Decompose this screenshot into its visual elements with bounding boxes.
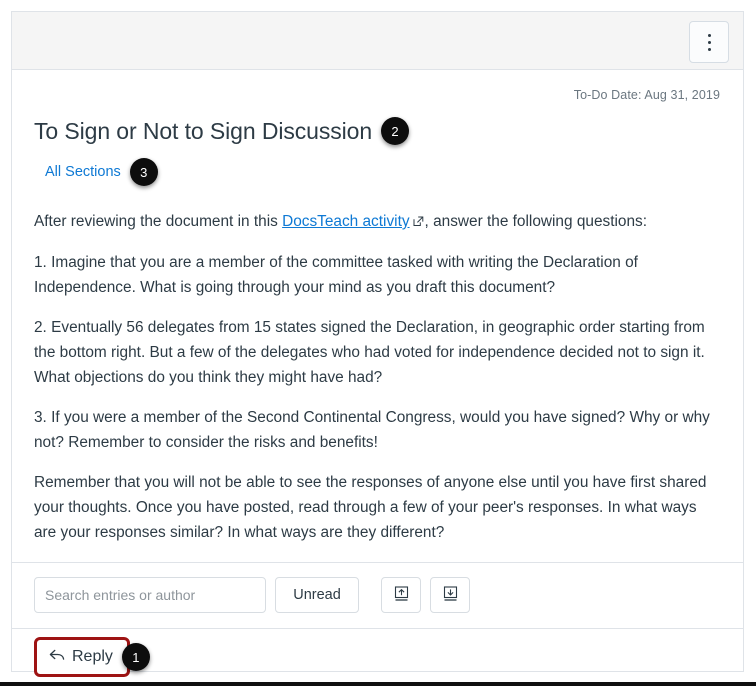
all-sections-link[interactable]: All Sections xyxy=(45,164,121,180)
discussion-reply-bar: Reply 1 xyxy=(12,628,743,685)
collapse-arrow-icon xyxy=(393,585,410,605)
intro-text-before: After reviewing the document in this xyxy=(34,213,283,230)
reply-button-label: Reply xyxy=(72,648,113,666)
kebab-menu-button[interactable] xyxy=(689,21,729,63)
panel-toolbar xyxy=(12,12,743,70)
message-paragraph-3: 3. If you were a member of the Second Co… xyxy=(34,408,710,451)
discussion-content: To-Do Date: Aug 31, 2019 To Sign or Not … xyxy=(12,70,743,546)
page-title: To Sign or Not to Sign Discussion xyxy=(34,117,373,144)
sections-row: All Sections 3 xyxy=(34,158,721,186)
callout-badge-1: 1 xyxy=(121,643,150,672)
message-paragraph-4: Remember that you will not be able to se… xyxy=(34,473,707,541)
docsteach-activity-link[interactable]: DocsTeach activity xyxy=(282,213,409,230)
search-input[interactable] xyxy=(34,577,266,614)
kebab-dot-icon xyxy=(707,47,711,51)
kebab-dot-icon xyxy=(707,33,711,37)
message-paragraph-2: 2. Eventually 56 delegates from 15 state… xyxy=(34,318,705,386)
reply-wrap: Reply 1 xyxy=(34,637,150,678)
intro-text-after: , answer the following questions: xyxy=(424,213,647,230)
reply-arrow-icon xyxy=(48,647,66,668)
reply-button[interactable]: Reply xyxy=(34,637,130,678)
expand-threads-button[interactable] xyxy=(430,577,470,614)
bottom-edge-strip xyxy=(0,682,756,686)
discussion-message: After reviewing the document in this Doc… xyxy=(34,210,721,545)
callout-badge-2: 2 xyxy=(381,117,410,145)
message-intro: After reviewing the document in this Doc… xyxy=(34,210,721,236)
todo-date: To-Do Date: Aug 31, 2019 xyxy=(573,88,720,102)
discussion-panel: To-Do Date: Aug 31, 2019 To Sign or Not … xyxy=(11,11,744,678)
callout-badge-3: 3 xyxy=(129,158,158,186)
unread-filter-button[interactable]: Unread xyxy=(275,577,359,614)
external-link-icon xyxy=(413,211,424,236)
discussion-filter-bar: Unread xyxy=(12,562,743,628)
title-row: To Sign or Not to Sign Discussion 2 xyxy=(34,117,721,145)
collapse-threads-button[interactable] xyxy=(381,577,421,614)
expand-arrow-icon xyxy=(442,585,459,605)
kebab-dot-icon xyxy=(707,40,711,44)
message-paragraph-1: 1. Imagine that you are a member of the … xyxy=(34,253,638,296)
